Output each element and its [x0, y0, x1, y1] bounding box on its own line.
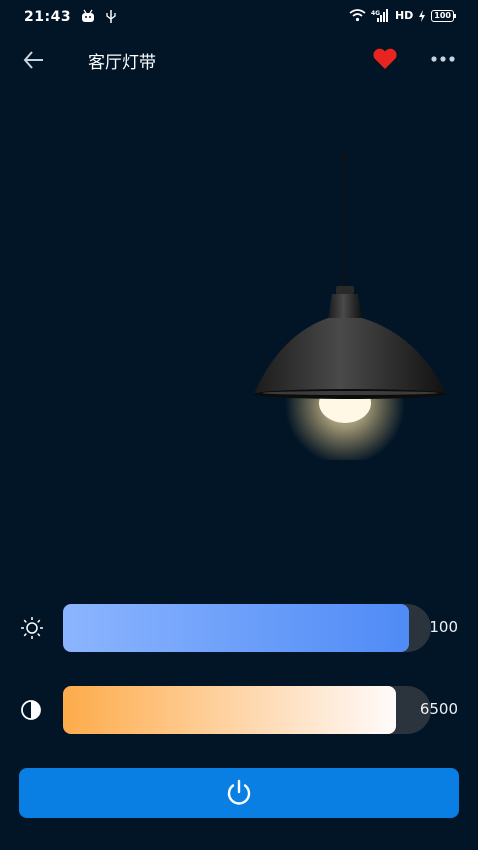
- android-debug-icon: [82, 9, 94, 22]
- title-bar: 客厅灯带: [0, 38, 478, 82]
- status-bar: 21:43 4G HD 100: [0, 0, 478, 34]
- temperature-row: 6500: [0, 686, 478, 734]
- svg-text:4G: 4G: [371, 10, 380, 17]
- sun-icon: [21, 617, 43, 639]
- temperature-slider[interactable]: [63, 686, 431, 734]
- battery-indicator: 100: [431, 9, 456, 22]
- status-time: 21:43: [24, 9, 72, 25]
- power-button[interactable]: [19, 768, 459, 818]
- contrast-icon: [21, 700, 41, 720]
- usb-icon: [106, 10, 116, 23]
- page-title: 客厅灯带: [88, 53, 156, 73]
- arrow-left-icon[interactable]: [22, 49, 46, 71]
- brightness-fill: [63, 604, 409, 652]
- status-right: 4G HD 100: [349, 9, 456, 22]
- temperature-value: 6500: [419, 700, 458, 718]
- brightness-value: 100: [429, 618, 458, 636]
- brightness-row: 100: [0, 604, 478, 652]
- heart-icon[interactable]: [372, 48, 398, 70]
- lamp-illustration: [254, 150, 446, 460]
- temperature-fill: [63, 686, 396, 734]
- more-dots-icon[interactable]: [431, 49, 455, 69]
- power-icon: [227, 779, 251, 805]
- charging-icon: [419, 9, 426, 22]
- network-label: HD: [394, 9, 414, 22]
- wifi-icon: [349, 9, 366, 22]
- brightness-slider[interactable]: [63, 604, 431, 652]
- signal-icon: 4G: [371, 9, 388, 22]
